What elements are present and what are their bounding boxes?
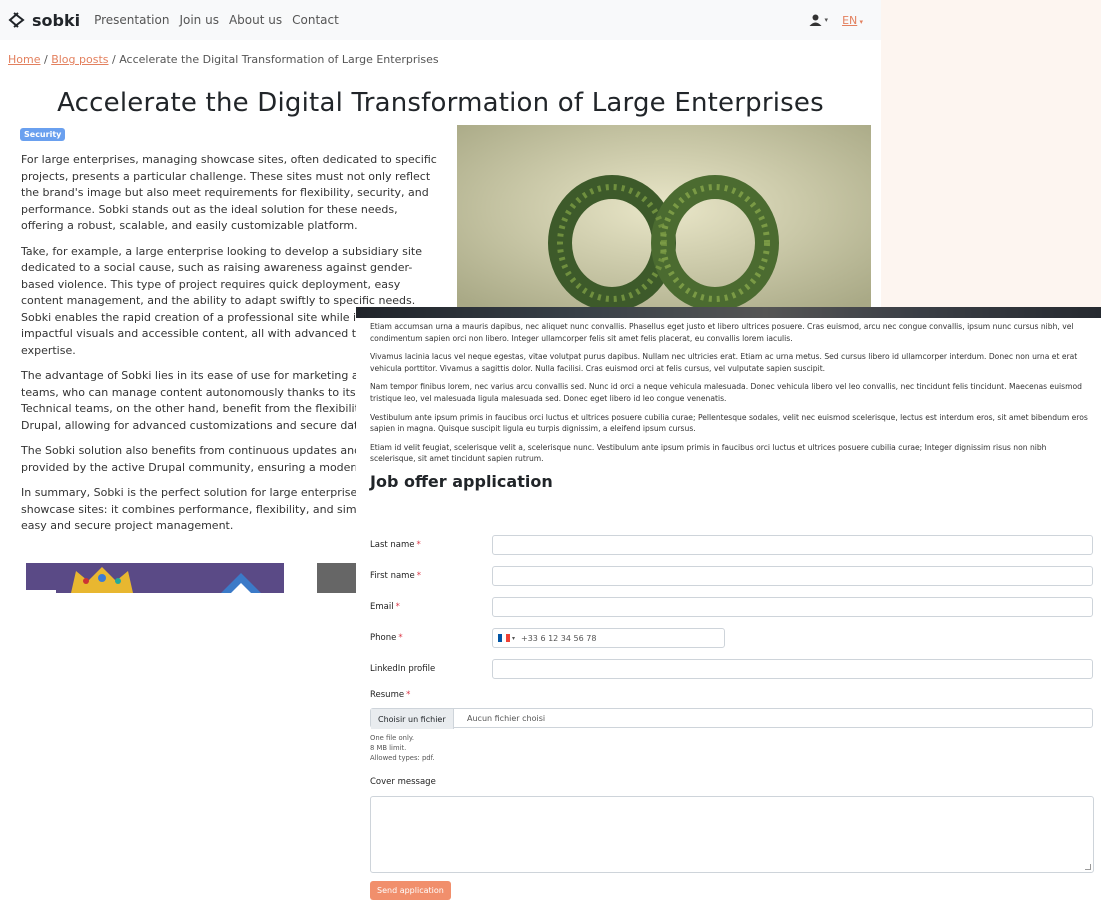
article-paragraph: For large enterprises, managing showcase… [21, 153, 437, 232]
blank-panel [0, 590, 56, 900]
breadcrumb-home[interactable]: Home [8, 53, 40, 66]
language-switcher[interactable]: EN ▾ [842, 14, 863, 27]
email-label: Email * [370, 602, 400, 612]
breadcrumb-blog-posts[interactable]: Blog posts [51, 53, 108, 66]
nav-link-join-us[interactable]: Join us [179, 13, 219, 27]
description-paragraph: Vestibulum ante ipsum primis in faucibus… [370, 412, 1088, 434]
job-offer-window: Etiam accumsan urna a mauris dapibus, ne… [356, 307, 1101, 900]
choose-file-button[interactable]: Choisir un fichier [371, 709, 454, 729]
language-label: EN [842, 13, 858, 27]
first-name-input[interactable] [492, 566, 1093, 586]
linkedin-input[interactable] [492, 659, 1093, 679]
phone-placeholder: +33 6 12 34 56 78 [521, 633, 597, 643]
label-text: Last name [370, 540, 415, 550]
user-menu[interactable]: ▾ [809, 14, 829, 26]
nav-link-presentation[interactable]: Presentation [94, 13, 169, 27]
hero-image [457, 125, 871, 310]
required-mark: * [416, 571, 421, 581]
description-paragraph: Etiam accumsan urna a mauris dapibus, ne… [370, 322, 1074, 343]
label-text: Phone [370, 633, 397, 643]
cover-message-textarea[interactable] [370, 796, 1094, 873]
email-input[interactable] [492, 597, 1093, 617]
last-name-label: Last name * [370, 540, 421, 550]
nav-link-contact[interactable]: Contact [292, 13, 339, 27]
user-icon [809, 14, 822, 26]
resume-file-input[interactable]: Choisir un fichier Aucun fichier choisi [370, 708, 1093, 729]
resume-label: Resume * [370, 690, 410, 700]
resize-handle-icon[interactable] [1085, 864, 1091, 870]
send-application-button[interactable]: Send application [370, 881, 451, 900]
nav-link-about-us[interactable]: About us [229, 13, 282, 27]
required-mark: * [398, 633, 403, 643]
required-mark: * [406, 690, 411, 700]
label-text: First name [370, 571, 415, 581]
brand-logo[interactable]: sobki [8, 10, 80, 30]
help-line: Allowed types: pdf. [370, 754, 435, 762]
job-description: Etiam accumsan urna a mauris dapibus, ne… [356, 318, 1101, 465]
france-flag-icon[interactable] [498, 634, 510, 642]
header-image-strip [356, 307, 1101, 318]
breadcrumb: Home / Blog posts / Accelerate the Digit… [0, 40, 881, 66]
cover-message-label: Cover message [370, 777, 436, 787]
chevron-down-icon: ▾ [857, 17, 863, 26]
related-post-image[interactable] [26, 563, 284, 593]
top-navbar: sobki Presentation Join us About us Cont… [0, 0, 881, 40]
required-mark: * [416, 540, 421, 550]
page-title: Accelerate the Digital Transformation of… [57, 88, 824, 118]
sobki-logo-icon [8, 12, 25, 28]
phone-input[interactable]: ▾ +33 6 12 34 56 78 [492, 628, 725, 648]
label-text: LinkedIn profile [370, 664, 436, 674]
chevron-down-icon: ▾ [512, 634, 516, 642]
help-line: 8 MB limit. [370, 744, 407, 752]
main-menu: Presentation Join us About us Contact [94, 13, 339, 27]
help-line: One file only. [370, 734, 415, 742]
form-title: Job offer application [370, 471, 553, 491]
required-mark: * [395, 602, 400, 612]
label-text: Resume [370, 690, 405, 700]
last-name-input[interactable] [492, 535, 1093, 555]
linkedin-label: LinkedIn profile [370, 664, 435, 674]
file-help-text: One file only. 8 MB limit. Allowed types… [370, 733, 435, 763]
label-text: Cover message [370, 777, 436, 787]
first-name-label: First name * [370, 571, 421, 581]
brand-name: sobki [32, 10, 81, 30]
breadcrumb-current: Accelerate the Digital Transformation of… [119, 53, 439, 66]
label-text: Email [370, 602, 394, 612]
description-paragraph: Etiam id velit feugiat, scelerisque veli… [370, 442, 1047, 464]
related-post-image[interactable] [317, 563, 357, 593]
file-status: Aucun fichier choisi [467, 713, 546, 723]
tag-badge[interactable]: Security [20, 128, 66, 141]
phone-label: Phone * [370, 633, 403, 643]
chevron-down-icon: ▾ [824, 16, 829, 24]
description-paragraph: Nam tempor finibus lorem, nec varius arc… [370, 382, 1082, 403]
description-paragraph: Vivamus lacinia lacus vel neque egestas,… [370, 352, 1078, 373]
